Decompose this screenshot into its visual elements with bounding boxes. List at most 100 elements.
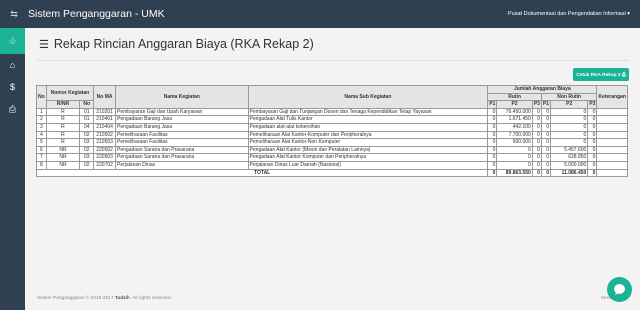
cell-rutin-p1: 0 <box>487 145 498 155</box>
cell-nonrutin-p2: 0 <box>550 107 589 117</box>
cell-keterangan <box>596 160 628 170</box>
cell-ma: 210201 <box>93 107 117 117</box>
cell-nonrutin-p1: 0 <box>540 138 552 147</box>
cell-ma: 210401 <box>93 115 117 124</box>
table-row: 3 R 04 210404 Pengadaan Barang Jasa Pengadaan… <box>36 122 628 132</box>
total-nonrutin-p2: 11.086.450 <box>550 168 589 178</box>
cell-rutin-p3: 0 <box>531 160 542 170</box>
cell-rutin-p1: 0 <box>487 122 498 132</box>
cell-ma: 210502 <box>93 130 117 140</box>
cell-nonrutin-p2: 628.850 <box>550 153 589 162</box>
cell-nonrutin-p2: 0 <box>550 115 589 124</box>
user-menu[interactable]: Pusat Dokumentasi dan Pengendalian Infor… <box>508 11 630 17</box>
cell-nonrutin-p2: 5.457.600 <box>550 145 589 155</box>
cell-rutin-p1: 0 <box>487 138 498 147</box>
cell-rutin-p2: 1.671.450 <box>496 115 533 124</box>
header-rutin-p2: P2 <box>496 100 533 109</box>
table-row: 6 NR 02 220502 Pengadaan Sarana dan Prasaran… <box>36 145 628 155</box>
table-row: 2 R 01 210401 Pengadaan Barang Jasa Pengadaan… <box>36 115 628 124</box>
dollar-icon: $ <box>9 82 15 92</box>
total-label: TOTAL <box>35 168 489 178</box>
header-nomor-kegiatan: Nomor Kegiatan <box>45 84 95 102</box>
header-no-ma: No MA <box>93 85 117 109</box>
cell-nonrutin-p3: 0 <box>587 130 598 140</box>
total-rutin-p3: 0 <box>531 168 542 178</box>
cell-nonrutin-p2: 0 <box>550 130 589 140</box>
rka-table: No Nomor Kegiatan No MA Nama Kegiatan Na… <box>35 84 628 178</box>
cell-rutin-p2: 0 <box>496 153 533 162</box>
cell-no: 2 <box>36 115 47 124</box>
cell-kegiatan: Pemeliharaan Fasilitas <box>115 138 249 147</box>
cell-keterangan <box>596 153 628 162</box>
cell-rnr: R <box>45 107 81 117</box>
cell-nonrutin-p2: 0 <box>550 122 589 132</box>
sidebar-item-home[interactable]: ⌂ <box>0 54 25 76</box>
cell-rutin-p3: 0 <box>531 122 542 132</box>
cell-kegiatan: Pengadaan Barang Jasa <box>115 115 249 124</box>
cell-nonrutin-p1: 0 <box>540 160 552 170</box>
top-navbar: ⇆ Sistem Penganggaran - UMK Pusat Dokume… <box>0 0 640 28</box>
footer-copyright: Sistem Penganggaran © 2015-2017 Tadzih. … <box>37 296 172 301</box>
cell-rutin-p1: 0 <box>487 160 498 170</box>
cell-rutin-p2: 0 <box>496 160 533 170</box>
cell-sub: 03 <box>79 138 95 147</box>
cell-nonrutin-p1: 0 <box>540 145 552 155</box>
cell-ma: 220702 <box>93 160 117 170</box>
cell-nonrutin-p3: 0 <box>587 138 598 147</box>
cell-rutin-p3: 0 <box>531 153 542 162</box>
header-nama-kegiatan: Nama Kegiatan <box>115 85 249 109</box>
header-rutin-p1: P1 <box>487 100 498 109</box>
main-content: ☰ Rekap Rincian Anggaran Biaya (RKA Reka… <box>25 28 640 310</box>
chat-button[interactable] <box>607 277 632 302</box>
cell-sub: 02 <box>79 145 95 155</box>
home-icon: ⌂ <box>9 60 16 70</box>
header-keterangan: Keterangan <box>596 85 628 109</box>
cell-rutin-p1: 0 <box>487 107 498 117</box>
cell-keterangan <box>596 122 628 132</box>
cell-rutin-p3: 0 <box>531 145 542 155</box>
cell-no: 6 <box>36 145 47 155</box>
cell-nonrutin-p1: 0 <box>540 115 552 124</box>
print-rka-button[interactable]: Cetak RKA Rekap 2 ⎙ <box>573 68 629 81</box>
cell-keterangan <box>596 130 628 140</box>
cell-sub: 02 <box>79 160 95 170</box>
cell-keterangan <box>596 138 628 147</box>
sidebar-item-print[interactable]: ⎙ <box>0 98 25 120</box>
header-non-rutin: Non Rutin <box>540 92 598 102</box>
header-nonrutin-p1: P1 <box>540 100 552 109</box>
header-nonrutin-p2: P2 <box>550 100 589 109</box>
cell-nonrutin-p1: 0 <box>540 153 552 162</box>
cell-nonrutin-p3: 0 <box>587 107 598 117</box>
total-nonrutin-p3: 0 <box>587 168 598 178</box>
header-rutin-p3: P3 <box>531 100 542 109</box>
table-row: 1 R 01 210201 Pembayaran Gaji dan Upah Karya… <box>36 107 628 117</box>
cell-no: 7 <box>36 153 47 162</box>
table-row: 5 R 03 210503 Pemeliharaan Fasilitas Pemeliha… <box>36 138 628 147</box>
sidebar-item-budget[interactable]: $ <box>0 76 25 98</box>
cell-nonrutin-p3: 0 <box>587 115 598 124</box>
cell-rutin-p1: 0 <box>487 153 498 162</box>
cell-kegiatan: Pengadaan Sarana dan Prasarana <box>115 153 249 162</box>
sidebar-item-dashboard[interactable]: ♧ <box>0 28 25 54</box>
cell-sub: 01 <box>79 107 95 117</box>
divider <box>37 60 629 61</box>
cell-sub: 02 <box>79 130 95 140</box>
cell-rnr: R <box>45 130 81 140</box>
cell-rnr: R <box>45 115 81 124</box>
palm-icon: ♧ <box>8 35 17 46</box>
total-rutin-p2: 89.863.550 <box>496 168 533 178</box>
header-nama-sub-kegiatan: Nama Sub Kegiatan <box>247 85 489 109</box>
cell-sub-kegiatan: Pengadaan Alat Kantor (Mesin dan Peralat… <box>247 145 489 155</box>
cell-sub-kegiatan: Pemeliharaan Alat Kantor-Komputer dan Pe… <box>247 130 489 140</box>
cell-sub-kegiatan: Pembayaran Gaji dan Tunjangan Dosen dan … <box>247 107 489 117</box>
header-rnr: R/NR <box>45 100 81 109</box>
total-nonrutin-p1: 0 <box>540 168 552 178</box>
cell-no: 4 <box>36 130 47 140</box>
cell-nonrutin-p3: 0 <box>587 122 598 132</box>
footer-brand: Tadzih <box>114 296 130 301</box>
menu-toggle-icon[interactable]: ⇆ <box>0 9 28 20</box>
cell-kegiatan: Pengadaan Sarana dan Prasarana <box>115 145 249 155</box>
cell-ma: 220502 <box>93 145 117 155</box>
cell-sub-kegiatan: Pengadaan Alat Tulis Kantor <box>247 115 489 124</box>
cell-keterangan <box>596 145 628 155</box>
